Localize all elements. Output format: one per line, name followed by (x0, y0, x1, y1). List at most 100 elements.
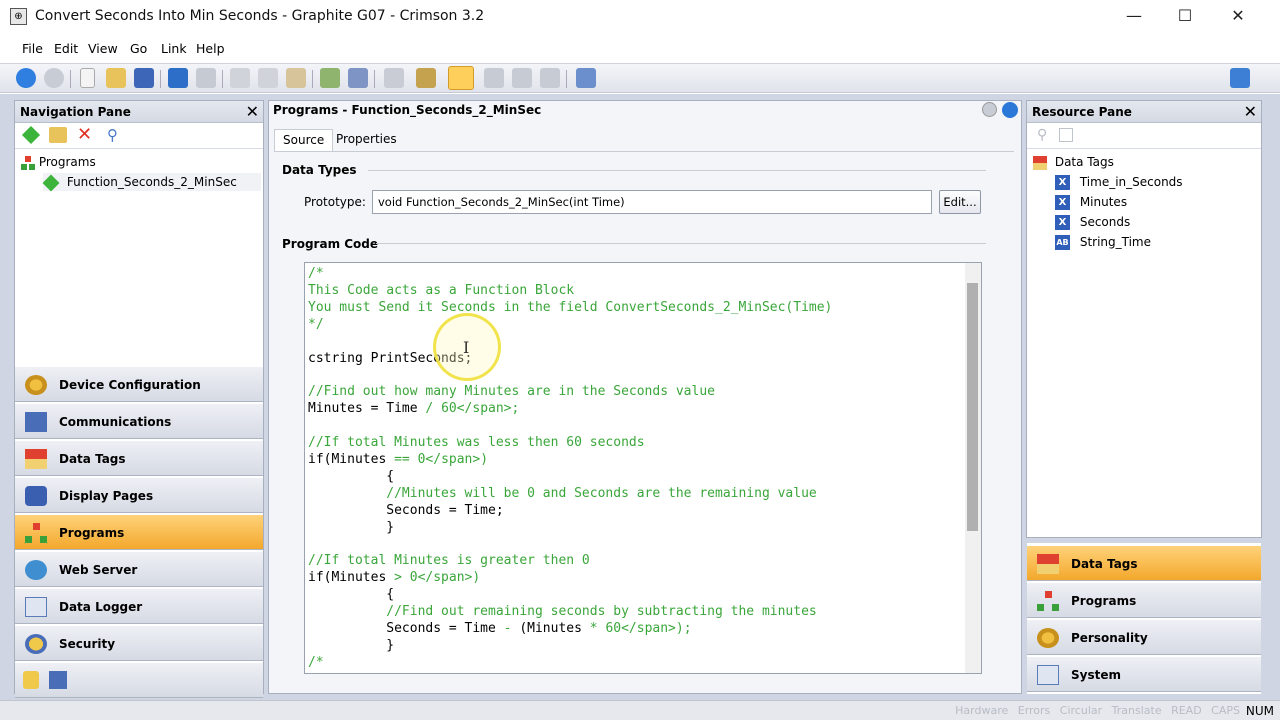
link-icon[interactable] (540, 68, 560, 88)
code-editor[interactable]: /* This Code acts as a Function Block You … (304, 262, 982, 674)
sort-icon[interactable] (320, 68, 340, 88)
tree-item-function[interactable]: Function_Seconds_2_MinSec (42, 173, 261, 191)
open-folder-icon[interactable] (106, 68, 126, 88)
code-line[interactable]: Seconds = Time - (Minutes * 60</span>); (308, 621, 832, 638)
connect-icon[interactable] (512, 68, 532, 88)
nav-button-device-configuration[interactable]: Device Configuration (15, 366, 263, 402)
wand-icon[interactable] (576, 68, 596, 88)
tools-icon[interactable] (384, 68, 404, 88)
nav-button-communications[interactable]: Communications (15, 403, 263, 439)
nav-button-security[interactable]: Security (15, 625, 263, 661)
folder-icon[interactable] (23, 671, 39, 689)
code-line[interactable]: } (308, 638, 832, 655)
code-line[interactable]: { (308, 469, 832, 486)
close-window-button[interactable]: ✕ (1211, 0, 1265, 34)
back-icon[interactable] (16, 68, 36, 88)
gear-icon (25, 375, 47, 395)
code-line[interactable]: /* (308, 655, 832, 672)
code-line[interactable]: //Minutes will be 0 and Seconds are the … (308, 486, 832, 503)
code-line[interactable]: Minutes = Time / 60</span>; (308, 401, 832, 418)
save-icon[interactable] (134, 68, 154, 88)
copy-icon[interactable] (258, 68, 278, 88)
cut-icon[interactable] (230, 68, 250, 88)
code-scrollbar[interactable] (965, 263, 981, 673)
resource-button-data-tags[interactable]: Data Tags (1027, 545, 1261, 581)
tree-item-tag[interactable]: X Minutes (1055, 193, 1127, 211)
code-line[interactable]: if(Minutes > 0</span>) (308, 570, 832, 587)
network-small-icon[interactable] (49, 671, 67, 689)
code-line[interactable]: This Code acts as a Function Block (308, 283, 832, 300)
code-line[interactable]: //Find out remaining seconds by subtract… (308, 604, 832, 621)
code-line[interactable] (308, 537, 832, 554)
navigation-pane-header: Navigation Pane ✕ (15, 101, 263, 123)
new-file-icon[interactable] (80, 68, 95, 88)
close-icon[interactable]: ✕ (246, 101, 259, 122)
menu-file[interactable]: File (22, 41, 43, 56)
download-icon[interactable] (484, 68, 504, 88)
menu-edit[interactable]: Edit (54, 41, 78, 56)
menu-help[interactable]: Help (196, 41, 225, 56)
menu-go[interactable]: Go (130, 41, 147, 56)
code-line[interactable]: //Find out how many Minutes are in the S… (308, 384, 832, 401)
resource-button-system[interactable]: System (1027, 656, 1261, 692)
code-scrollbar-thumb[interactable] (967, 283, 978, 531)
code-line[interactable] (308, 418, 832, 435)
up-arrow-icon[interactable] (1002, 102, 1018, 118)
code-line[interactable] (308, 334, 832, 351)
minimize-button[interactable]: — (1107, 0, 1161, 34)
search-icon[interactable]: ⚲ (1037, 127, 1047, 143)
nav-button-data-logger[interactable]: Data Logger (15, 588, 263, 624)
nav-button-data-tags[interactable]: Data Tags (15, 440, 263, 476)
code-line[interactable] (308, 367, 832, 384)
menu-link[interactable]: Link (161, 41, 187, 56)
tags-icon (25, 449, 47, 469)
resource-pane-title: Resource Pane (1032, 105, 1132, 119)
resource-button-programs[interactable]: Programs (1027, 582, 1261, 618)
code-line[interactable]: { (308, 587, 832, 604)
programs-icon (21, 155, 35, 170)
paste-icon[interactable] (286, 68, 306, 88)
resource-button-personality[interactable]: Personality (1027, 619, 1261, 655)
close-icon[interactable]: ✕ (1244, 101, 1257, 122)
tree-item-tag[interactable]: X Seconds (1055, 213, 1130, 231)
code-line[interactable]: You must Send it Seconds in the field Co… (308, 300, 832, 317)
nav-button-display-pages[interactable]: Display Pages (15, 477, 263, 513)
code-line[interactable]: } (308, 520, 832, 537)
nav-button-web-server[interactable]: Web Server (15, 551, 263, 587)
redo-icon[interactable] (196, 68, 216, 88)
tab-properties[interactable]: Properties (328, 129, 405, 151)
monitor-icon[interactable] (448, 66, 474, 90)
code-line[interactable]: //If total Minutes was less then 60 seco… (308, 435, 832, 452)
prototype-field[interactable]: void Function_Seconds_2_MinSec(int Time) (372, 190, 932, 214)
code-line[interactable]: */ (308, 317, 832, 334)
nav-button-programs[interactable]: Programs (15, 514, 263, 550)
tab-source[interactable]: Source (274, 129, 334, 151)
num-lock-indicator: NUM (1245, 704, 1274, 718)
forward-icon[interactable] (44, 68, 64, 88)
delete-icon[interactable]: ✕ (77, 124, 92, 145)
build-icon[interactable] (416, 68, 436, 88)
code-line[interactable]: if(Minutes == 0</span>) (308, 452, 832, 469)
add-item-icon[interactable] (21, 125, 41, 145)
code-line[interactable]: /* (308, 266, 832, 283)
find-icon[interactable] (348, 68, 368, 88)
edit-prototype-button[interactable]: Edit... (939, 190, 981, 214)
search-icon[interactable]: ⚲ (107, 126, 118, 144)
add-folder-icon[interactable] (49, 127, 67, 143)
tree-toggle-icon[interactable] (1059, 128, 1073, 142)
code-line[interactable]: //If total Minutes is greater then 0 (308, 553, 832, 570)
menu-view[interactable]: View (88, 41, 118, 56)
tags-icon (1037, 554, 1059, 574)
down-arrow-icon[interactable] (982, 102, 997, 117)
tree-item-data-tags[interactable]: Data Tags (1033, 153, 1114, 171)
maximize-button[interactable]: ☐ (1158, 0, 1212, 34)
code-line[interactable]: Seconds = Time; (308, 503, 832, 520)
tree-item-programs[interactable]: Programs (21, 153, 96, 171)
code-line[interactable]: cstring PrintSeconds; (308, 351, 832, 368)
tree-item-tag[interactable]: AB String_Time (1055, 233, 1151, 251)
tree-item-tag[interactable]: X Time_in_Seconds (1055, 173, 1183, 191)
code-text[interactable]: /* This Code acts as a Function Block You … (308, 266, 832, 672)
help-icon[interactable] (1230, 68, 1250, 88)
undo-icon[interactable] (168, 68, 188, 88)
status-indicators: Hardware Errors Circular Translate READ … (955, 704, 1240, 717)
